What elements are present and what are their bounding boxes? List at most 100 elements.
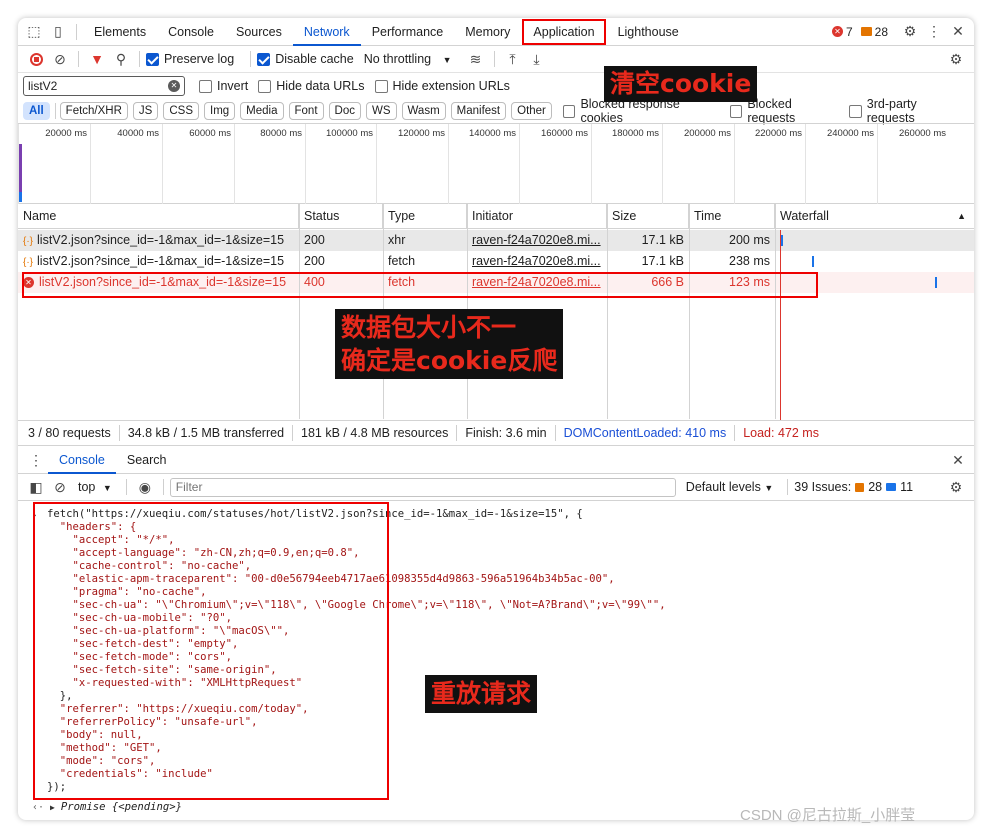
- column-divider[interactable]: [689, 204, 690, 419]
- column-type[interactable]: Type: [383, 203, 467, 229]
- divider: [734, 425, 736, 441]
- device-toolbar-icon[interactable]: ▯: [46, 20, 70, 44]
- column-divider[interactable]: [607, 204, 608, 419]
- type-filter-all[interactable]: All: [23, 102, 50, 120]
- invert-label: Invert: [217, 79, 249, 93]
- throttling-select[interactable]: No throttling ▼: [364, 52, 452, 66]
- divider: [493, 51, 495, 67]
- request-name: listV2.json?since_id=-1&max_id=-1&size=1…: [37, 233, 285, 247]
- clear-console-icon[interactable]: ⊘: [48, 475, 72, 499]
- type-filter-other[interactable]: Other: [511, 102, 552, 120]
- drawer-tab-search[interactable]: Search: [116, 447, 178, 474]
- type-filter-wasm[interactable]: Wasm: [401, 102, 446, 120]
- type-filter-css[interactable]: CSS: [163, 102, 199, 120]
- dropdown-arrow-icon: ▼: [442, 55, 452, 65]
- drawer-tab-console[interactable]: Console: [48, 447, 116, 474]
- type-filter-ws[interactable]: WS: [365, 102, 397, 120]
- column-divider[interactable]: [299, 204, 300, 419]
- type-filter-js[interactable]: JS: [132, 102, 159, 120]
- timeline-request-bar: [19, 192, 22, 202]
- type-filter-font[interactable]: Font: [288, 102, 324, 120]
- request-waterfall: [775, 251, 974, 272]
- column-waterfall[interactable]: Waterfall ▲: [775, 204, 974, 229]
- network-settings-gear-icon[interactable]: ⚙: [944, 47, 968, 71]
- type-filter-doc[interactable]: Doc: [328, 102, 361, 120]
- column-divider[interactable]: [775, 204, 776, 419]
- settings-gear-icon[interactable]: ⚙: [898, 20, 922, 44]
- warning-icon: [860, 27, 872, 36]
- request-initiator-link[interactable]: raven-f24a7020e8.mi...: [467, 230, 607, 251]
- log-levels-select[interactable]: Default levels ▼: [686, 480, 773, 494]
- issues-counter[interactable]: 39 Issues: 28 11: [794, 480, 913, 494]
- timeline-tick: 160000 ms: [519, 124, 591, 204]
- console-sidebar-icon[interactable]: ◧: [24, 475, 48, 499]
- annotation-size-diff-line-1: 数据包大小不一: [341, 313, 517, 342]
- clear-icon[interactable]: ⊘: [48, 47, 72, 71]
- column-time[interactable]: Time: [689, 203, 775, 229]
- timeline-tick: 80000 ms: [234, 124, 305, 204]
- annotation-size-diff: 数据包大小不一 确定是cookie反爬: [335, 309, 564, 379]
- column-name[interactable]: Name: [18, 203, 299, 229]
- drawer-menu-icon[interactable]: ⋮: [24, 448, 48, 472]
- network-conditions-icon[interactable]: ≋: [464, 47, 488, 71]
- dropdown-arrow-icon: ▼: [102, 483, 112, 493]
- warning-count-badge[interactable]: 28: [860, 25, 888, 39]
- error-count-badge[interactable]: ✕ 7: [831, 25, 853, 39]
- type-filter-fetch-xhr[interactable]: Fetch/XHR: [59, 102, 128, 120]
- close-drawer-icon[interactable]: ✕: [946, 448, 970, 472]
- tab-network[interactable]: Network: [292, 18, 361, 46]
- hide-extension-urls-checkbox[interactable]: Hide extension URLs: [374, 79, 510, 93]
- drawer-tab-bar: ⋮ Console Search ✕: [18, 447, 974, 474]
- type-filter-media[interactable]: Media: [240, 102, 284, 120]
- tab-performance[interactable]: Performance: [361, 18, 455, 46]
- preserve-log-checkbox[interactable]: Preserve log: [146, 52, 234, 66]
- invert-checkbox[interactable]: Invert: [199, 79, 248, 93]
- error-icon: ✕: [831, 26, 843, 37]
- column-status[interactable]: Status: [299, 203, 383, 229]
- table-row[interactable]: {·} listV2.json?since_id=-1&max_id=-1&siz…: [18, 230, 974, 251]
- live-expression-eye-icon[interactable]: ◉: [133, 475, 157, 499]
- table-row[interactable]: {·} listV2.json?since_id=-1&max_id=-1&siz…: [18, 251, 974, 272]
- timeline-tick: 40000 ms: [90, 124, 162, 204]
- issues-info-count: 11: [900, 480, 914, 494]
- request-initiator-link[interactable]: raven-f24a7020e8.mi...: [467, 251, 607, 272]
- console-settings-gear-icon[interactable]: ⚙: [944, 475, 968, 499]
- import-har-icon[interactable]: ⤒: [501, 47, 525, 71]
- filter-input[interactable]: listV2 ✕: [23, 76, 185, 96]
- inspect-element-icon[interactable]: ⬚: [22, 20, 46, 44]
- tab-application[interactable]: Application: [521, 18, 606, 46]
- more-options-icon[interactable]: ⋮: [922, 20, 946, 44]
- divider: [139, 51, 140, 67]
- clear-filter-icon[interactable]: ✕: [168, 80, 180, 92]
- tab-console[interactable]: Console: [157, 18, 225, 46]
- log-levels-value: Default levels: [685, 480, 761, 494]
- console-result: Promise {<pending>}: [60, 801, 183, 813]
- devtools-window: ⬚ ▯ Elements Console Sources Network Per…: [18, 18, 974, 820]
- console-result-row[interactable]: ‹· ▶ Promise {<pending>}: [32, 801, 182, 814]
- tab-sources[interactable]: Sources: [225, 18, 293, 46]
- filter-icon[interactable]: ▼: [85, 47, 109, 71]
- timeline-tick: 240000 ms: [805, 124, 877, 204]
- third-party-requests-checkbox[interactable]: 3rd-party requests: [849, 97, 964, 125]
- tab-lighthouse[interactable]: Lighthouse: [607, 18, 690, 46]
- tab-elements[interactable]: Elements: [83, 18, 157, 46]
- close-icon[interactable]: ✕: [946, 20, 970, 44]
- tab-memory[interactable]: Memory: [454, 18, 521, 46]
- export-har-icon[interactable]: ⤓: [525, 47, 549, 71]
- watermark: CSDN @尼古拉斯_小胖莹: [740, 807, 916, 824]
- search-icon[interactable]: ⚲: [109, 47, 133, 71]
- expand-triangle-icon[interactable]: ▶: [50, 801, 55, 814]
- network-overview-timeline[interactable]: 20000 ms 40000 ms 60000 ms 80000 ms 1000…: [18, 123, 974, 204]
- type-filter-manifest[interactable]: Manifest: [450, 102, 507, 120]
- console-filter-input[interactable]: [169, 477, 676, 497]
- type-filter-img[interactable]: Img: [204, 102, 236, 120]
- request-time: 238 ms: [729, 254, 770, 268]
- annotation-clear-cookie: 清空cookie: [604, 66, 758, 102]
- column-size[interactable]: Size: [607, 203, 689, 229]
- hide-data-urls-checkbox[interactable]: Hide data URLs: [258, 79, 365, 93]
- disable-cache-checkbox[interactable]: Disable cache: [257, 52, 354, 66]
- context-selector[interactable]: top ▼: [78, 480, 112, 494]
- record-stop-icon[interactable]: [24, 47, 48, 71]
- column-initiator[interactable]: Initiator: [467, 203, 607, 229]
- waterfall-bar: [812, 256, 814, 267]
